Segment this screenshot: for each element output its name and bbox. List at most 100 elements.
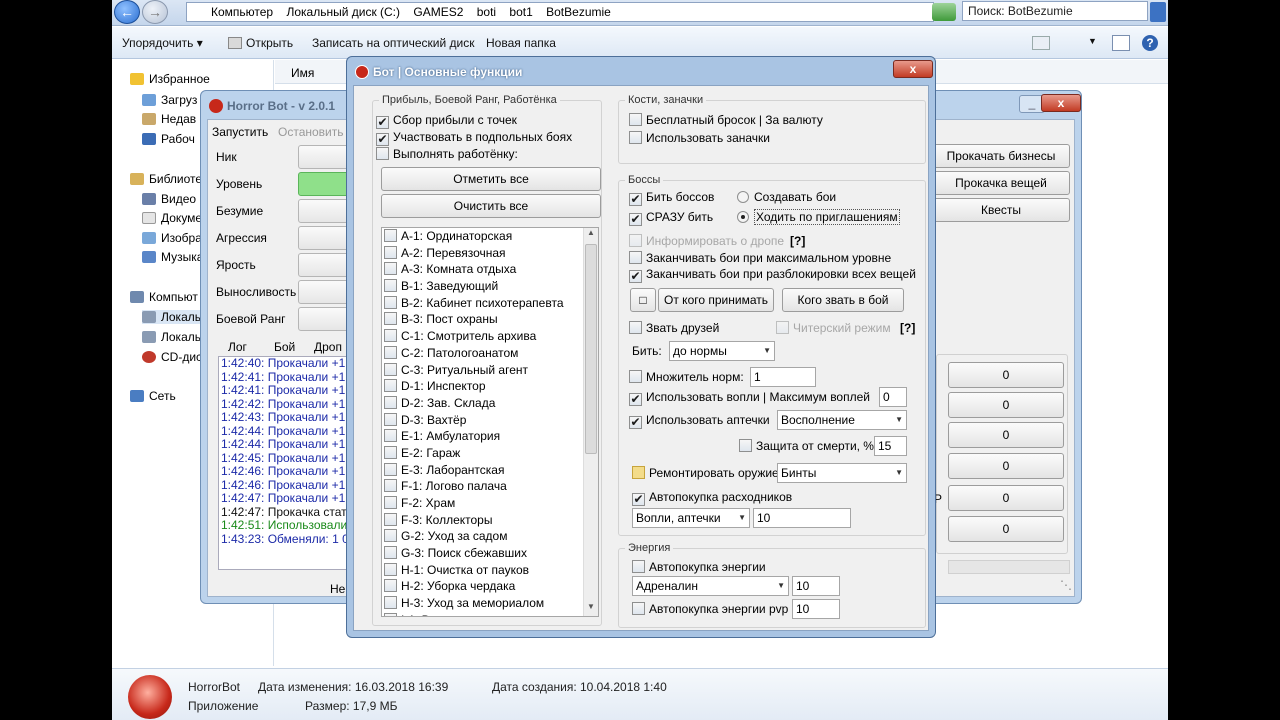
column-name[interactable]: Имя [291, 66, 314, 80]
energy-pvp-count-input[interactable]: 10 [792, 599, 840, 619]
job-item[interactable]: Н-1: Очистка от пауков [382, 562, 598, 579]
checkbox-box[interactable] [629, 251, 642, 264]
counter-4[interactable]: 0 [948, 453, 1064, 479]
accept-from-button[interactable]: От кого принимать [658, 288, 774, 312]
do-jobs-checkbox[interactable]: Выполнять работёнку: [376, 147, 518, 161]
nav-network[interactable]: Сеть [130, 389, 176, 403]
inform-drop-checkbox[interactable]: Информировать о дропе [629, 234, 784, 248]
job-item[interactable]: С-2: Патологоанатом [382, 345, 598, 362]
checkbox-box[interactable] [384, 379, 397, 393]
tab-drop[interactable]: Дроп [314, 340, 342, 354]
job-item[interactable]: А-1: Ординаторская [382, 228, 598, 245]
preview-pane-icon[interactable] [1112, 35, 1130, 51]
jobs-scrollbar[interactable]: ▲ ▼ [583, 228, 598, 616]
mult-input[interactable]: 1 [750, 367, 816, 387]
open-button[interactable]: Открыть [246, 36, 293, 50]
fight-now-checkbox[interactable]: СРАЗУ бить [629, 210, 713, 226]
checkbox-box[interactable] [384, 529, 397, 543]
invite-who-button[interactable]: Кого звать в бой [782, 288, 904, 312]
energy-count-input[interactable]: 10 [792, 576, 840, 596]
checkbox-box[interactable] [384, 262, 397, 276]
breadcrumb-bot1[interactable]: bot1 [509, 5, 532, 19]
search-input[interactable]: Поиск: BotBezumie [962, 1, 1148, 21]
job-item[interactable]: Н-2: Уборка чердака [382, 578, 598, 595]
checkbox-box[interactable] [384, 229, 397, 242]
free-roll-checkbox[interactable]: Бесплатный бросок | За валюту [629, 113, 823, 127]
checkbox-box[interactable] [629, 113, 642, 126]
checkbox-box[interactable] [384, 312, 397, 326]
invite-friends-checkbox[interactable]: Звать друзей [629, 321, 719, 335]
checkbox-box[interactable] [632, 493, 645, 506]
view-icon[interactable] [1032, 36, 1050, 50]
checkbox-box[interactable] [629, 321, 642, 334]
view-menu-icon[interactable]: ▼ [1088, 36, 1097, 46]
job-item[interactable]: В-2: Кабинет психотерапевта [382, 295, 598, 312]
breadcrumb[interactable]: Компьютер Локальный диск (C:) GAMES2 bot… [186, 2, 934, 22]
organize-button[interactable]: Упорядочить ▾ [122, 36, 203, 50]
job-item[interactable]: D-2: Зав. Склада [382, 395, 598, 412]
search-icon[interactable] [1150, 2, 1166, 22]
repair-select[interactable]: Бинты [777, 463, 907, 483]
checkbox-box[interactable] [384, 295, 397, 309]
menu-stop[interactable]: Остановить [278, 125, 344, 139]
cheat-mode-help[interactable]: [?] [900, 321, 915, 335]
mark-all-button[interactable]: Отметить все [381, 167, 601, 191]
autobuy-checkbox[interactable]: Автопокупка расходников [632, 490, 792, 506]
nav-images[interactable]: Изобра [142, 231, 202, 245]
checkbox-box[interactable] [376, 116, 389, 129]
dialog-close-button[interactable]: x [893, 60, 933, 78]
checkbox-box[interactable] [384, 395, 397, 409]
end-max-level-checkbox[interactable]: Заканчивать бои при максимальном уровне [629, 251, 891, 265]
job-item[interactable]: Е-3: Лаборантская [382, 462, 598, 479]
resize-grip-icon[interactable]: ⋱ [1060, 578, 1072, 592]
inform-drop-help[interactable]: [?] [790, 234, 805, 248]
nav-downloads[interactable]: Загруз [142, 93, 197, 107]
job-item[interactable]: А-3: Комната отдыха [382, 261, 598, 278]
create-fights-radio[interactable]: Создавать бои [737, 190, 836, 204]
checkbox-box[interactable] [776, 321, 789, 334]
counter-3[interactable]: 0 [948, 422, 1064, 448]
job-item[interactable]: F-3: Коллекторы [382, 512, 598, 529]
checkbox-box[interactable] [384, 479, 397, 493]
by-invitation-radio[interactable]: Ходить по приглашениям [737, 209, 900, 225]
checkbox-box[interactable] [384, 362, 397, 376]
menu-start[interactable]: Запустить [212, 125, 268, 139]
breadcrumb-games2[interactable]: GAMES2 [413, 5, 463, 19]
counter-2[interactable]: 0 [948, 392, 1064, 418]
checkbox-box[interactable] [629, 393, 642, 406]
checkbox-box[interactable] [376, 133, 389, 146]
nav-local-disk-2[interactable]: Локаль [142, 330, 201, 344]
nav-desktop[interactable]: Рабоч [142, 132, 195, 146]
nav-recent[interactable]: Недав [142, 112, 196, 126]
energy-autobuy-checkbox[interactable]: Автопокупка энергии [632, 560, 766, 574]
job-item[interactable]: А-2: Перевязочная [382, 245, 598, 262]
back-button[interactable]: ← [114, 0, 140, 24]
checkbox-box[interactable] [384, 445, 397, 459]
energy-select[interactable]: Адреналин [632, 576, 789, 596]
fight-bosses-checkbox[interactable]: Бить боссов [629, 190, 714, 206]
checkbox-box[interactable] [629, 370, 642, 383]
upgrade-items-button[interactable]: Прокачка вещей [932, 171, 1070, 195]
checkbox-box[interactable] [629, 270, 642, 283]
collect-profit-checkbox[interactable]: Сбор прибыли с точек [376, 113, 517, 129]
square-button[interactable]: □ [630, 288, 656, 312]
autobuy-count-input[interactable]: 10 [753, 508, 851, 528]
tab-fight[interactable]: Бой [274, 340, 295, 354]
job-item[interactable]: В-3: Пост охраны [382, 311, 598, 328]
burn-button[interactable]: Записать на оптический диск [312, 36, 475, 50]
counter-6[interactable]: 0 [948, 516, 1064, 542]
checkbox-box[interactable] [384, 612, 397, 616]
checkbox-box[interactable] [384, 462, 397, 476]
scroll-down-icon[interactable]: ▼ [585, 602, 597, 616]
checkbox-box[interactable] [384, 429, 397, 443]
death-protect-input[interactable]: 15 [874, 436, 907, 456]
scroll-thumb[interactable] [585, 244, 597, 454]
checkbox-box[interactable] [384, 245, 397, 259]
end-unlock-checkbox[interactable]: Заканчивать бои при разблокировки всех в… [629, 267, 916, 283]
checkbox-box[interactable] [384, 546, 397, 560]
nav-video[interactable]: Видео [142, 192, 196, 206]
checkbox-box[interactable] [384, 329, 397, 343]
job-item[interactable]: G-2: Уход за садом [382, 528, 598, 545]
kits-select[interactable]: Восполнение [777, 410, 907, 430]
forward-button[interactable]: → [142, 0, 168, 24]
